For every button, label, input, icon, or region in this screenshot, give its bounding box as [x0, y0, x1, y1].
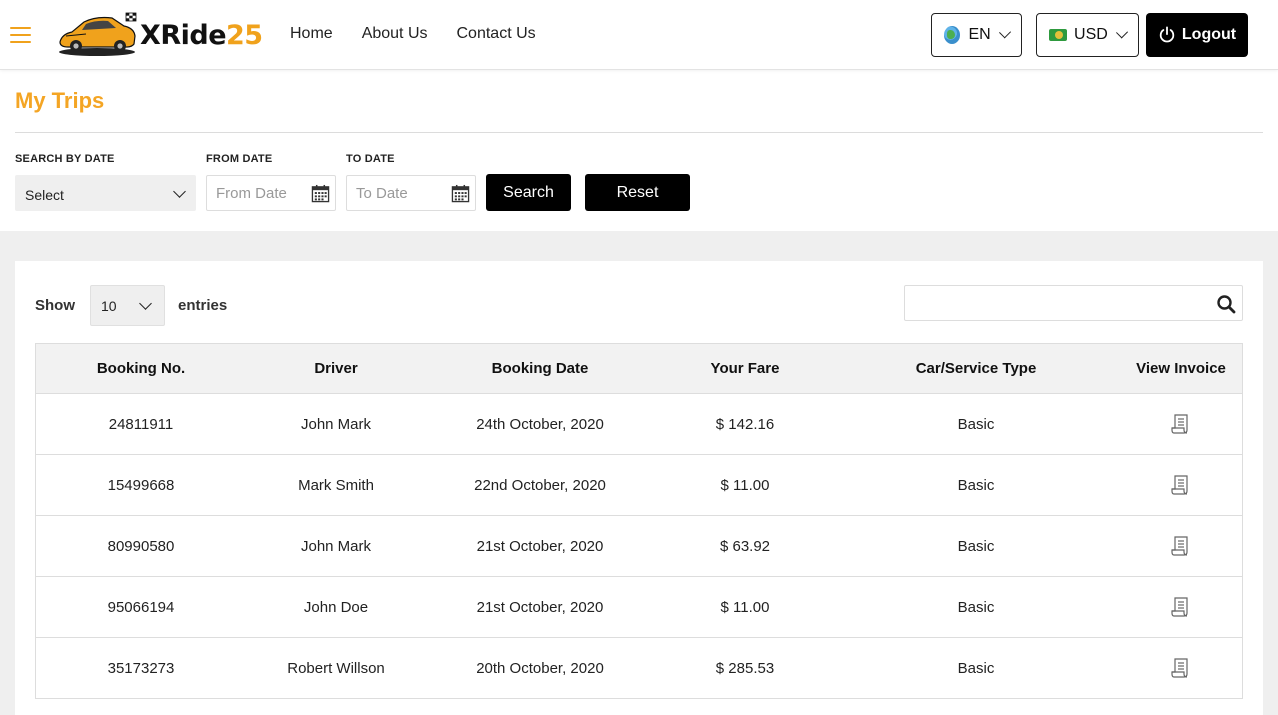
- chevron-down-icon: [1115, 26, 1128, 39]
- driver-cell: Mark Smith: [298, 476, 374, 494]
- entries-value: 10: [101, 298, 117, 314]
- hamburger-menu-icon[interactable]: [10, 26, 31, 44]
- fare-cell: $ 285.53: [715, 659, 775, 677]
- table-row: 80990580 John Mark 21st October, 2020 $ …: [36, 516, 1242, 577]
- logo-text-number: 25: [226, 19, 263, 51]
- nav-about-link[interactable]: About Us: [362, 25, 428, 43]
- invoice-receipt-icon[interactable]: [1170, 413, 1192, 435]
- booking-date-cell: 21st October, 2020: [476, 537, 604, 555]
- table-row: 95066194 John Doe 21st October, 2020 $ 1…: [36, 577, 1242, 638]
- booking-no-cell: 95066194: [107, 598, 175, 616]
- column-header-view-invoice[interactable]: View Invoice: [1121, 344, 1241, 393]
- column-header-service-type[interactable]: Car/Service Type: [856, 344, 1096, 393]
- fare-cell: $ 63.92: [719, 537, 771, 555]
- table-search-field[interactable]: [904, 285, 1243, 321]
- service-type-cell: Basic: [957, 415, 995, 433]
- booking-no-cell: 35173273: [107, 659, 175, 677]
- top-header: XRide25 Home About Us Contact Us EN USD …: [0, 0, 1278, 70]
- logo-text-main: XRide: [140, 19, 227, 51]
- booking-date-cell: 24th October, 2020: [476, 415, 604, 433]
- from-date-field[interactable]: [206, 175, 336, 211]
- currency-value: USD: [1074, 26, 1108, 43]
- from-date-input[interactable]: [207, 176, 307, 210]
- table-row: 15499668 Mark Smith 22nd October, 2020 $…: [36, 455, 1242, 516]
- calendar-icon[interactable]: [451, 184, 470, 203]
- column-header-booking-date[interactable]: Booking Date: [435, 344, 645, 393]
- logout-button[interactable]: Logout: [1146, 13, 1248, 57]
- driver-cell: Robert Willson: [287, 659, 385, 677]
- invoice-receipt-icon[interactable]: [1170, 596, 1192, 618]
- search-icon[interactable]: [1216, 294, 1236, 314]
- table-search-input[interactable]: [905, 286, 1205, 320]
- table-header-row: Booking No. Driver Booking Date Your Far…: [36, 344, 1242, 394]
- language-dropdown[interactable]: EN: [931, 13, 1022, 57]
- show-label: Show: [35, 297, 75, 314]
- currency-dropdown[interactable]: USD: [1036, 13, 1139, 57]
- booking-date-cell: 21st October, 2020: [476, 598, 604, 616]
- entries-per-page-select[interactable]: 10: [90, 285, 165, 326]
- column-header-your-fare[interactable]: Your Fare: [645, 344, 845, 393]
- invoice-cell: [1121, 455, 1241, 515]
- invoice-cell: [1121, 394, 1241, 454]
- entries-label: entries: [178, 297, 228, 314]
- to-date-field[interactable]: [346, 175, 476, 211]
- table-row: 24811911 John Mark 24th October, 2020 $ …: [36, 394, 1242, 455]
- invoice-receipt-icon[interactable]: [1170, 657, 1192, 679]
- language-value: EN: [968, 26, 991, 43]
- trips-table: Booking No. Driver Booking Date Your Far…: [35, 343, 1243, 699]
- service-type-cell: Basic: [957, 537, 995, 555]
- reset-button[interactable]: Reset: [585, 174, 690, 211]
- nav-home-link[interactable]: Home: [290, 25, 333, 43]
- booking-date-cell: 20th October, 2020: [476, 659, 604, 677]
- chevron-down-icon: [998, 26, 1011, 39]
- to-date-input[interactable]: [347, 176, 447, 210]
- search-by-date-value: Select: [25, 187, 64, 203]
- booking-no-cell: 24811911: [108, 415, 174, 433]
- site-logo[interactable]: XRide25: [56, 12, 263, 58]
- booking-date-cell: 22nd October, 2020: [474, 476, 606, 494]
- car-logo-icon: [59, 12, 137, 56]
- title-divider: [15, 132, 1263, 133]
- fare-cell: $ 11.00: [720, 598, 770, 616]
- driver-cell: John Mark: [300, 537, 372, 555]
- search-button[interactable]: Search: [486, 174, 571, 211]
- driver-cell: John Mark: [300, 415, 372, 433]
- booking-no-cell: 80990580: [107, 537, 175, 555]
- service-type-cell: Basic: [957, 598, 995, 616]
- to-date-label: TO DATE: [346, 153, 395, 165]
- service-type-cell: Basic: [957, 659, 995, 677]
- column-header-booking-no[interactable]: Booking No.: [36, 344, 246, 393]
- money-bill-icon: [1049, 29, 1068, 41]
- main-nav: Home About Us Contact Us: [290, 25, 565, 43]
- chevron-down-icon: [139, 297, 152, 310]
- fare-cell: $ 142.16: [715, 415, 775, 433]
- logo-text: XRide25: [140, 20, 263, 51]
- calendar-icon[interactable]: [311, 184, 330, 203]
- power-icon: [1159, 26, 1175, 43]
- service-type-cell: Basic: [957, 476, 995, 494]
- chevron-down-icon: [173, 185, 186, 198]
- invoice-cell: [1121, 516, 1241, 576]
- table-row: 35173273 Robert Willson 20th October, 20…: [36, 638, 1242, 699]
- page-title: My Trips: [15, 88, 105, 113]
- nav-contact-link[interactable]: Contact Us: [457, 25, 536, 43]
- invoice-receipt-icon[interactable]: [1170, 474, 1192, 496]
- fare-cell: $ 11.00: [720, 476, 770, 494]
- search-by-date-label: SEARCH BY DATE: [15, 153, 115, 165]
- invoice-cell: [1121, 577, 1241, 637]
- from-date-label: FROM DATE: [206, 153, 273, 165]
- globe-icon: [944, 26, 961, 44]
- invoice-receipt-icon[interactable]: [1170, 535, 1192, 557]
- search-by-date-select[interactable]: Select: [15, 175, 196, 211]
- driver-cell: John Doe: [303, 598, 369, 616]
- booking-no-cell: 15499668: [107, 476, 175, 494]
- invoice-cell: [1121, 638, 1241, 698]
- column-header-driver[interactable]: Driver: [236, 344, 436, 393]
- logout-label: Logout: [1181, 26, 1237, 43]
